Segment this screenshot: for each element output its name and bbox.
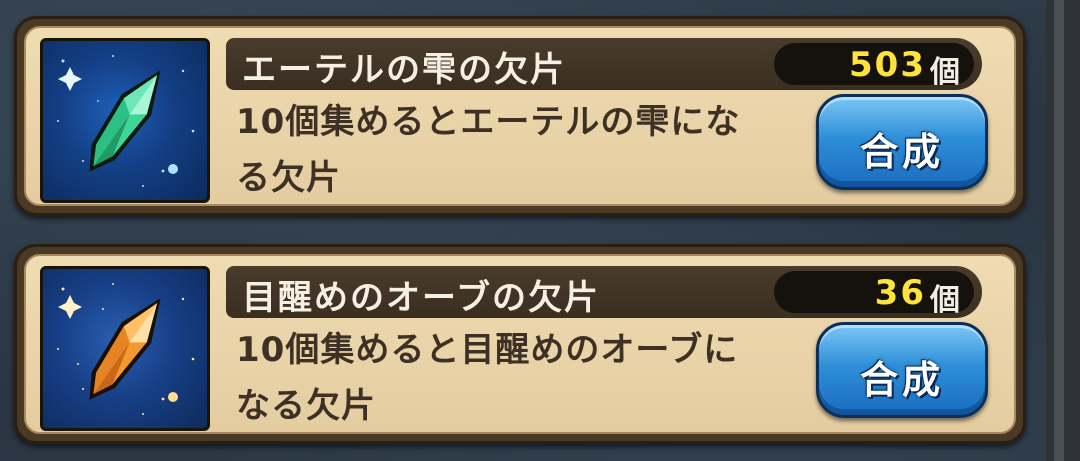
item-count-unit: 個 [930,283,960,318]
combine-button-label: 合成 [859,358,944,402]
item-description-line: 10個集めるとエーテルの雫にな [236,102,741,142]
item-title-bar: 目醒めのオーブの欠片 36 個 [226,266,982,318]
item-description-line: なる欠片 [236,386,376,426]
item-title-bar: エーテルの雫の欠片 503 個 [226,38,982,90]
item-card-ether-fragment: エーテルの雫の欠片 503 個 10個集めるとエーテルの雫にな る欠片 合成 [14,16,1026,216]
combine-button[interactable]: 合成 [816,94,988,190]
item-card-awakening-orb-fragment: 目醒めのオーブの欠片 36 個 10個集めると目醒めのオーブに なる欠片 合成 [14,244,1026,444]
item-card-body: エーテルの雫の欠片 503 個 10個集めるとエーテルの雫にな る欠片 合成 [24,26,1016,206]
combine-button[interactable]: 合成 [816,322,988,418]
combine-button-label: 合成 [859,130,944,174]
item-icon-frame [40,266,210,431]
orange-crystal-icon [57,283,195,415]
item-description-line: る欠片 [236,158,341,198]
scrollbar-thumb[interactable] [1054,0,1064,461]
item-count-unit: 個 [930,55,960,90]
scrollbar[interactable] [1046,0,1080,461]
item-description: 10個集めると目醒めのオーブに なる欠片 [236,322,796,434]
item-description: 10個集めるとエーテルの雫にな る欠片 [236,94,796,206]
item-name: 目醒めのオーブの欠片 [242,278,600,318]
item-description-line: 10個集めると目醒めのオーブに [236,330,739,370]
item-name: エーテルの雫の欠片 [242,50,566,90]
item-count-badge: 503 個 [774,43,974,90]
item-icon-frame [40,38,210,203]
item-count-badge: 36 個 [774,271,974,318]
item-count: 503 [849,45,926,85]
green-crystal-icon [57,55,195,187]
item-card-body: 目醒めのオーブの欠片 36 個 10個集めると目醒めのオーブに なる欠片 合成 [24,254,1016,434]
item-count: 36 [874,273,926,313]
